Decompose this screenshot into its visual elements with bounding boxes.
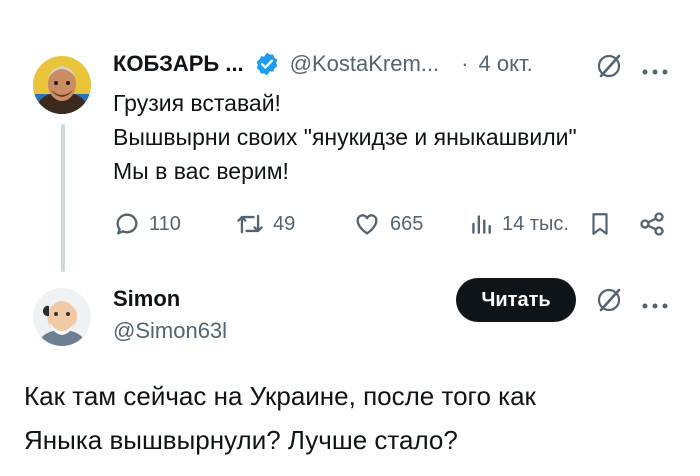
views-icon [472,215,491,234]
tweet-line-3: Мы в вас верим! [113,158,289,184]
tweet1-text: Грузия вставай! Вышвырни своих "янукидзе… [113,86,577,188]
tweet2-line-2: Яныка вышвырнули? Лучше стало? [24,425,458,455]
retweet-count: 49 [273,212,296,235]
tweet2-author-name[interactable]: Simon [113,286,180,312]
bookmark-icon[interactable] [587,210,613,243]
tweet2-author-handle[interactable]: @Simon63l [113,318,227,344]
like-action[interactable]: 665 [352,210,423,238]
like-icon [356,214,378,235]
avatar-cartoon [33,288,91,346]
tweet-line-2: Вышвырни своих "янукидзе и яныкашвили" [113,124,577,150]
share-icon[interactable] [638,210,666,243]
more-icon[interactable] [642,62,668,80]
avatar-portrait [33,56,91,114]
views-action[interactable]: 14 тыс. [468,210,569,238]
grok-icon[interactable] [595,50,625,85]
reply-action[interactable]: 110 [113,210,181,238]
tweet-line-1: Грузия вставай! [113,90,281,116]
avatar-simon[interactable] [33,288,91,346]
tweet2-line-1: Как там сейчас на Украине, после того ка… [24,381,536,411]
reply-icon [116,213,138,235]
retweet-icon [237,214,263,234]
read-button[interactable]: Читать [456,278,576,322]
views-count: 14 тыс. [502,212,569,235]
avatar-kobzar[interactable] [33,56,91,114]
author-name[interactable]: КОБЗАРЬ ... [113,51,244,77]
separator-dot: · [461,51,469,76]
thread-line [61,124,65,272]
more-icon-2[interactable] [642,296,668,314]
tweet1-header: КОБЗАРЬ ... @KostaKrem... · 4 окт. [113,48,533,80]
tweet2-text: Как там сейчас на Украине, после того ка… [24,374,536,462]
reply-count: 110 [149,212,181,235]
verified-badge-icon [254,51,280,77]
retweet-action[interactable]: 49 [235,210,295,238]
tweet-date[interactable]: 4 окт. [479,51,533,77]
author-handle[interactable]: @KostaKrem... [290,51,440,77]
grok-icon-2[interactable] [595,284,625,319]
like-count: 665 [390,212,424,235]
